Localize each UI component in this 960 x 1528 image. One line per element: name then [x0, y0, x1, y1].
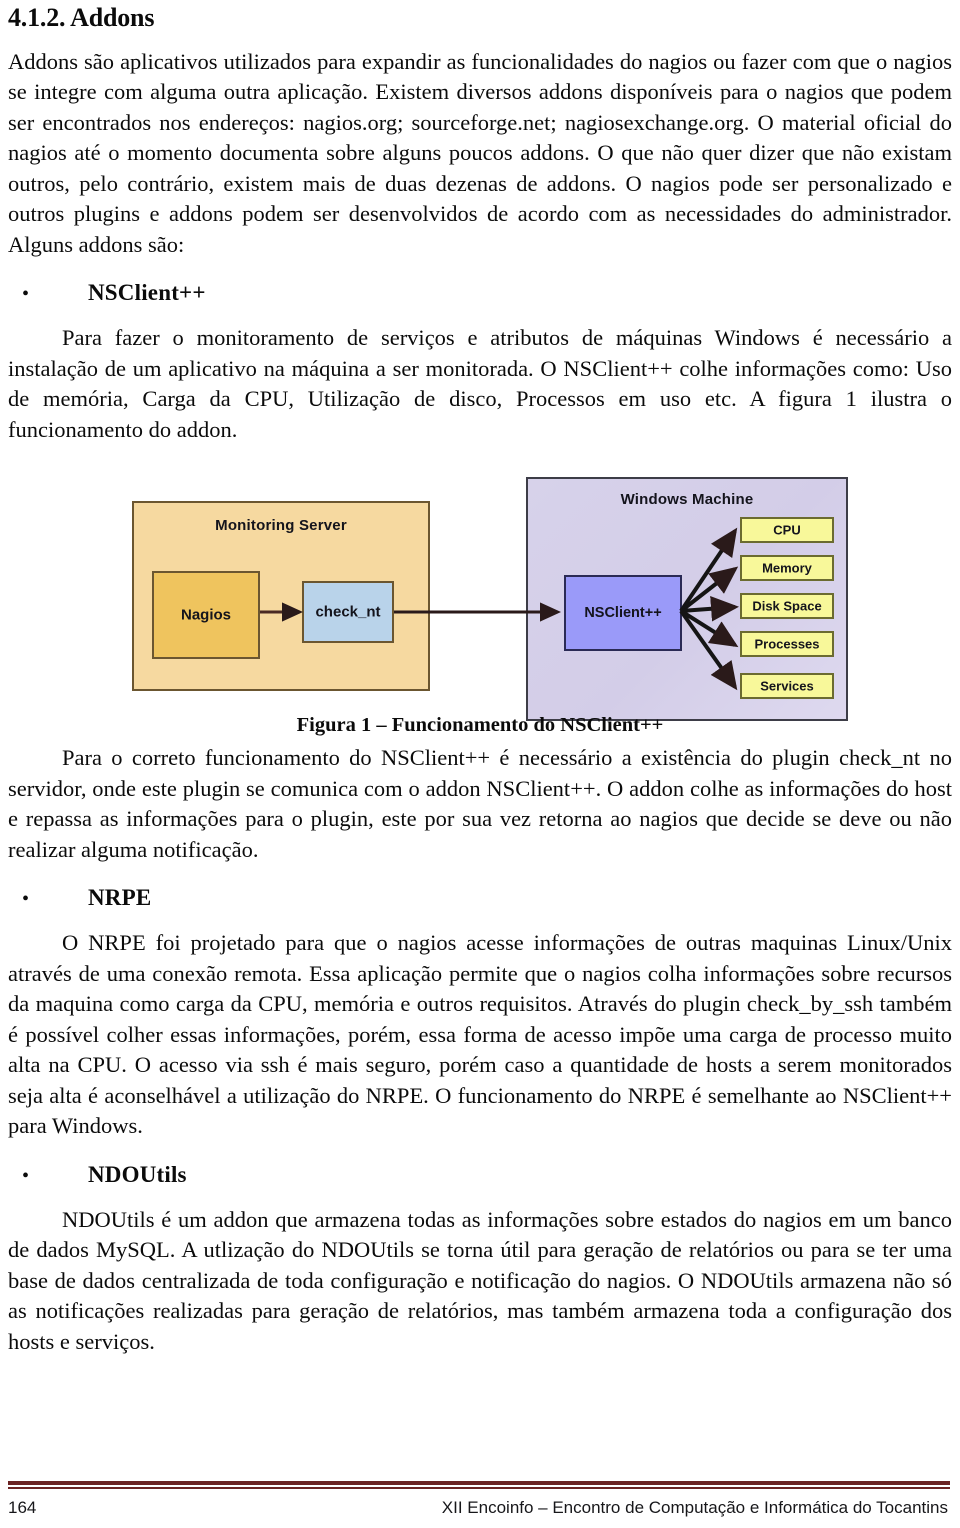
resource-node-processes: Processes [740, 631, 834, 658]
resource-node-memory: Memory [740, 555, 834, 582]
bullet-icon [22, 883, 44, 914]
diagram-canvas: Monitoring Server Nagios check_nt Window… [124, 463, 854, 723]
paragraph-nsclient-intro: Para fazer o monitoramento de serviços e… [8, 325, 952, 442]
document-page: 4.1.2. Addons Addons são aplicativos uti… [0, 0, 960, 1528]
paragraph-intro: Addons são aplicativos utilizados para e… [8, 48, 952, 257]
page-title: 4.1.2. Addons [8, 3, 155, 32]
figure-nsclient-diagram: Monitoring Server Nagios check_nt Window… [8, 463, 952, 736]
footer-rule-thin [8, 1487, 950, 1489]
nsclient-label: NSClient++ [584, 605, 662, 622]
list-item-label: NDOUtils [88, 1161, 187, 1187]
windows-machine-panel: Windows Machine NSClient++ CPU Memory Di… [526, 477, 848, 722]
list-item-ndoutils: NDOUtils [8, 1160, 952, 1191]
nagios-label: Nagios [180, 606, 231, 624]
page-content: 4.1.2. Addons Addons são aplicativos uti… [8, 3, 952, 1357]
resource-node-disk-space: Disk Space [740, 593, 834, 620]
footer-conference-name: XII Encoinfo – Encontro de Computação e … [441, 1498, 948, 1517]
resource-label: CPU [773, 522, 801, 538]
windows-machine-title: Windows Machine [620, 491, 754, 509]
footer-divider [8, 1481, 950, 1489]
list-item-label: NRPE [88, 885, 152, 911]
resource-label: Disk Space [752, 598, 822, 614]
resource-node-services: Services [740, 673, 834, 700]
resource-label: Services [760, 678, 814, 694]
resource-label: Processes [754, 636, 820, 652]
paragraph-ndoutils: NDOUtils é um addon que armazena todas a… [8, 1206, 952, 1354]
list-item-label: NSClient++ [88, 280, 206, 306]
check-nt-label: check_nt [315, 603, 381, 621]
page-footer: 164 XII Encoinfo – Encontro de Computaçã… [8, 1481, 950, 1518]
figure-caption: Figura 1 – Funcionamento do NSClient++ [296, 714, 664, 737]
resource-node-cpu: CPU [740, 517, 834, 544]
monitoring-server-title: Monitoring Server [215, 517, 347, 535]
list-item-nsclient: NSClient++ [8, 278, 952, 309]
paragraph-nsclient-after-figure: Para o correto funcionamento do NSClient… [8, 745, 952, 862]
check-nt-node: check_nt [302, 581, 394, 644]
nagios-node: Nagios [152, 571, 260, 660]
list-item-nrpe: NRPE [8, 883, 952, 914]
footer-row: 164 XII Encoinfo – Encontro de Computaçã… [8, 1498, 950, 1518]
bullet-icon [22, 278, 44, 309]
paragraph-nrpe: O NRPE foi projetado para que o nagios a… [8, 930, 952, 1139]
resource-label: Memory [762, 560, 812, 576]
bullet-icon [22, 1160, 44, 1191]
nsclient-node: NSClient++ [564, 575, 682, 652]
page-number: 164 [8, 1498, 37, 1517]
